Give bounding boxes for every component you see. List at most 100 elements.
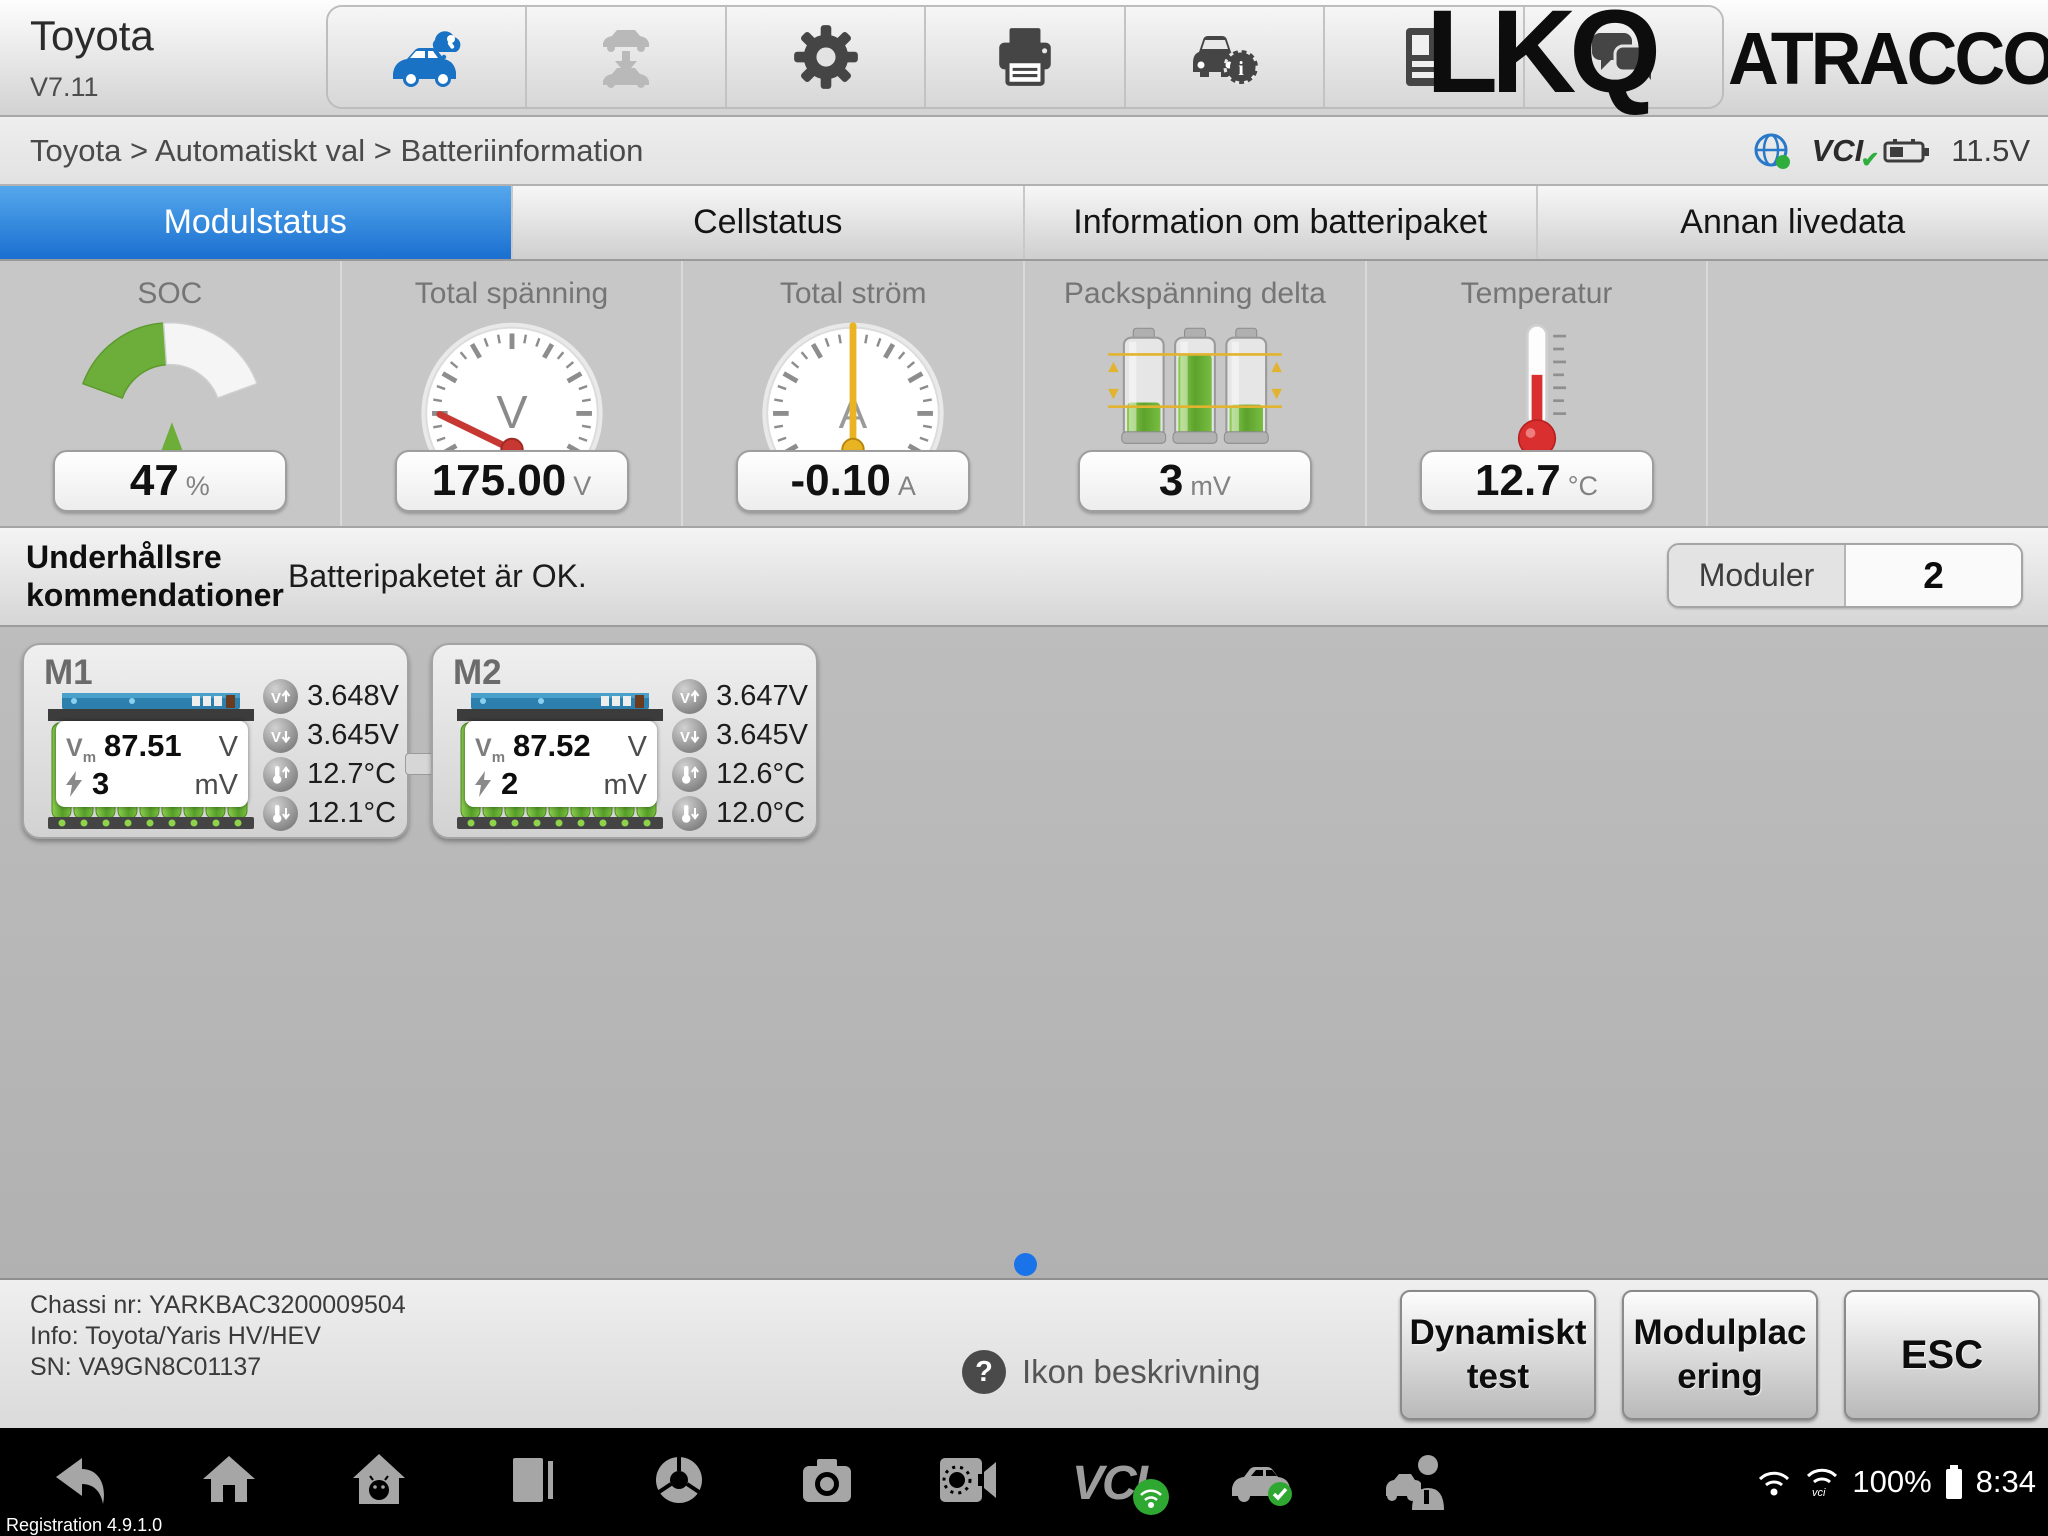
tablet-battery-icon (1944, 1465, 1964, 1499)
chrome-button[interactable] (650, 1452, 708, 1508)
recent-apps-icon (502, 1452, 560, 1508)
camera-button[interactable] (798, 1452, 856, 1508)
messages-button[interactable] (1525, 7, 1722, 107)
tab-modulstatus[interactable]: Modulstatus (0, 186, 513, 259)
module-placement-button[interactable]: Modulplacering (1622, 1290, 1818, 1420)
module-voltage-label: Vm (475, 734, 505, 766)
module-delta: 3 (92, 766, 109, 802)
vehicle-swap-button[interactable] (527, 7, 726, 107)
vehicle-voltage: 11.5V (1951, 133, 2030, 169)
remote-expert-icon (1384, 1452, 1450, 1510)
gauge-soc: SOC 47% (0, 261, 342, 526)
vehicle-swap-icon (591, 24, 661, 90)
svg-text:V: V (496, 386, 527, 438)
voltage-dial-icon: V (412, 313, 612, 469)
gauge-temp-label: Temperatur (1367, 277, 1707, 311)
vci-app-button[interactable]: VCI (1072, 1456, 1184, 1511)
gauge-delta-label: Packspänning delta (1025, 277, 1365, 311)
chrome-icon (650, 1452, 708, 1508)
module-stats-m2: V3.647V V3.645V 12.6°C 12.0°C (672, 679, 808, 831)
help-question-icon: ? (962, 1350, 1006, 1394)
recent-apps-button[interactable] (502, 1452, 560, 1508)
module-voltage: 87.52 (513, 728, 591, 764)
vci-status: VCI✔ (1812, 133, 1864, 169)
module-stats-m1: V3.648V V3.645V 12.7°C 12.1°C (263, 679, 399, 831)
android-home-icon (350, 1452, 408, 1508)
temp-max-icon (672, 757, 707, 792)
module-readout-m2: Vm 87.52 V 2 mV (465, 721, 657, 807)
vci-check-icon: ✔ (1861, 147, 1879, 173)
temp-max: 12.6°C (716, 758, 805, 791)
back-button[interactable] (48, 1452, 106, 1508)
total-current-value: -0.10A (736, 450, 970, 512)
footer-buttons: Dynamiskt test Modulplacering ESC (1400, 1290, 2040, 1420)
gauge-strip: SOC 47% Total spänning V (0, 261, 2048, 528)
data-manager-button[interactable] (1325, 7, 1524, 107)
vehicle-info-block: Chassi nr: YARKBAC3200009504 Info: Toyot… (30, 1290, 406, 1383)
tab-batteripaket-info[interactable]: Information om batteripaket (1025, 186, 1538, 259)
modules-count: 2 (1846, 545, 2021, 606)
temp-min: 12.1°C (307, 797, 396, 830)
vehicle-connected-icon (1228, 1452, 1298, 1510)
page-indicator-dot (1014, 1253, 1037, 1276)
temp-max: 12.7°C (307, 758, 396, 791)
camera-icon (798, 1452, 856, 1508)
android-home-button[interactable] (350, 1452, 408, 1508)
cell-voltage-min-icon: V (263, 718, 298, 753)
dynamic-test-button[interactable]: Dynamiskt test (1400, 1290, 1596, 1420)
vehicle-info-button[interactable]: i (1126, 7, 1325, 107)
cell-voltage-max-icon: V (672, 679, 707, 714)
svg-text:V: V (271, 690, 281, 707)
screen: Toyota V7.11 (0, 0, 2048, 1536)
gauge-total-voltage: Total spänning V 175.00V (342, 261, 684, 526)
module-card-m2[interactable]: M2 (431, 643, 818, 839)
maintenance-message: Batteripaketet är OK. (288, 558, 587, 595)
gauge-temperature: Temperatur 12.7°C (1367, 261, 1709, 526)
svg-text:vci: vci (1812, 1487, 1826, 1498)
breadcrumb: Toyota > Automatiskt val > Batteriinform… (30, 133, 643, 169)
delta-bolt-icon (475, 771, 491, 797)
svg-text:V: V (680, 690, 690, 707)
display-control-button[interactable] (938, 1452, 1000, 1508)
print-button[interactable] (926, 7, 1125, 107)
globe-icon (1752, 131, 1792, 171)
top-toolbar: Toyota V7.11 (0, 0, 2048, 117)
app-version: V7.11 (30, 72, 99, 103)
gauge-total-current: Total ström A -0.10A (683, 261, 1025, 526)
cell-voltage-max: 3.647V (716, 680, 808, 713)
vehicle-diagnostics-button[interactable] (328, 7, 527, 107)
gear-icon (792, 23, 860, 91)
modules-label: Moduler (1669, 545, 1846, 606)
footer-bar: Chassi nr: YARKBAC3200009504 Info: Toyot… (0, 1278, 2048, 1428)
svg-text:V: V (271, 729, 281, 746)
android-navbar: VCI vci 100% 8:34 Registration 4.9.1.0 (0, 1428, 2048, 1536)
total-voltage-value: 175.00V (395, 450, 629, 512)
icon-description-label: Ikon beskrivning (1022, 1353, 1260, 1391)
module-delta: 2 (501, 766, 518, 802)
tab-cellstatus[interactable]: Cellstatus (513, 186, 1026, 259)
gauge-soc-label: SOC (0, 277, 340, 311)
back-icon (48, 1452, 106, 1508)
battery-delta-icon (1106, 323, 1284, 459)
cell-voltage-max-icon: V (263, 679, 298, 714)
vehicle-info-icon: i (1188, 24, 1260, 90)
messages-icon (1588, 25, 1658, 89)
soc-arc-gauge-icon (65, 313, 275, 469)
tab-annan-livedata[interactable]: Annan livedata (1538, 186, 2048, 259)
cell-voltage-max: 3.648V (307, 680, 399, 713)
temperature-value: 12.7°C (1420, 450, 1654, 512)
esc-button[interactable]: ESC (1844, 1290, 2040, 1420)
remote-expert-button[interactable] (1384, 1452, 1450, 1510)
home-button[interactable] (200, 1452, 258, 1508)
pack-delta-value: 3mV (1078, 450, 1312, 512)
module-card-m1[interactable]: M1 (22, 643, 409, 839)
module-readout-m1: Vm 87.51 V 3 mV (56, 721, 248, 807)
module-voltage-label: Vm (66, 734, 96, 766)
battery-percent: 100% (1852, 1464, 1931, 1500)
vehicle-connected-button[interactable] (1228, 1452, 1298, 1510)
current-dial-icon: A (753, 313, 953, 469)
settings-button[interactable] (727, 7, 926, 107)
module-name: M1 (44, 653, 93, 693)
cell-voltage-min-icon: V (672, 718, 707, 753)
icon-description-button[interactable]: ? Ikon beskrivning (962, 1350, 1260, 1394)
